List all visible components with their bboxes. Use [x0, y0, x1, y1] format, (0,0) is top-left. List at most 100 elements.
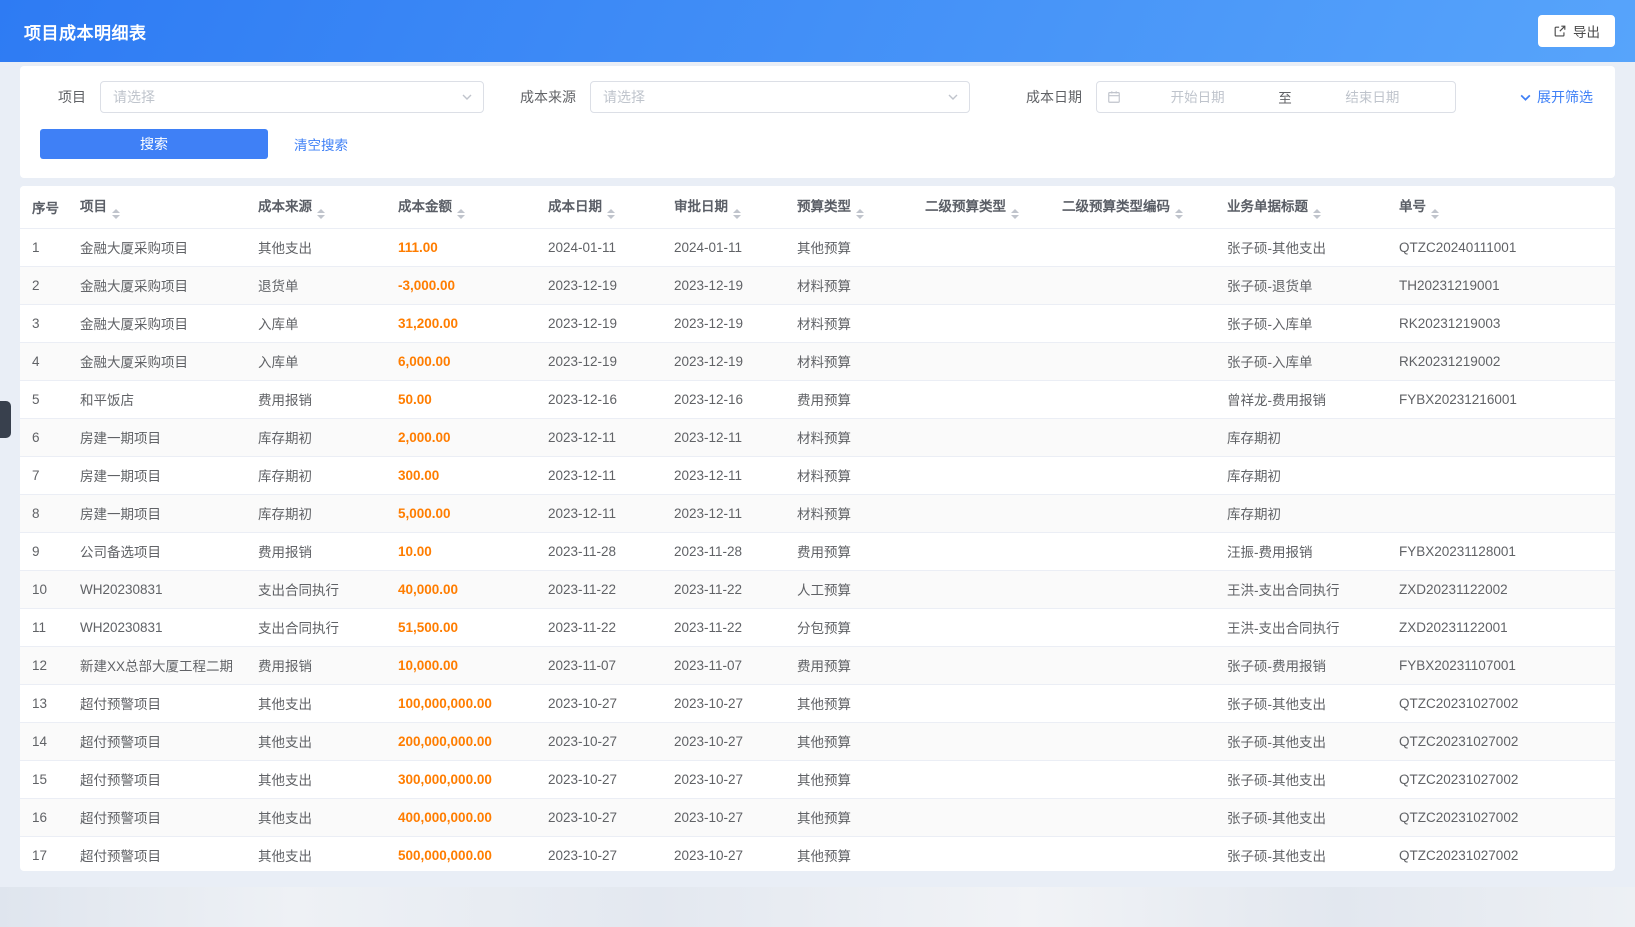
table-cell: 2023-12-16 — [662, 380, 785, 418]
sidebar-toggle-handle[interactable] — [0, 401, 11, 438]
table-row[interactable]: 16超付预警项目其他支出400,000,000.002023-10-272023… — [20, 798, 1615, 836]
table-cell: 库存期初 — [1215, 456, 1387, 494]
table-cell: FYBX20231216001 — [1387, 380, 1615, 418]
table-cell: WH20230831 — [68, 570, 246, 608]
column-label: 序号 — [32, 201, 59, 216]
table-cell: 2023-11-22 — [662, 608, 785, 646]
table-row[interactable]: 1金融大厦采购项目其他支出111.002024-01-112024-01-11其… — [20, 228, 1615, 266]
column-header-3[interactable]: 成本金额 — [386, 186, 536, 228]
sort-carets-icon[interactable] — [733, 209, 741, 219]
table-cell: 2023-10-27 — [536, 798, 662, 836]
table-cell: 400,000,000.00 — [386, 798, 536, 836]
table-cell: 分包预算 — [785, 608, 913, 646]
column-header-4[interactable]: 成本日期 — [536, 186, 662, 228]
column-label: 二级预算类型 — [925, 199, 1006, 214]
sort-carets-icon[interactable] — [1431, 209, 1439, 219]
table-cell: 2023-12-11 — [662, 418, 785, 456]
column-label: 单号 — [1399, 199, 1426, 214]
table-cell: 12 — [20, 646, 68, 684]
column-header-10[interactable]: 单号 — [1387, 186, 1615, 228]
table-cell — [1050, 760, 1215, 798]
table-cell: 入库单 — [246, 304, 386, 342]
table-cell: 10,000.00 — [386, 646, 536, 684]
table-cell: 房建一期项目 — [68, 418, 246, 456]
table-cell: 40,000.00 — [386, 570, 536, 608]
table-cell: RK20231219003 — [1387, 304, 1615, 342]
source-select[interactable]: 请选择 — [590, 81, 970, 113]
table-row[interactable]: 14超付预警项目其他支出200,000,000.002023-10-272023… — [20, 722, 1615, 760]
column-header-5[interactable]: 审批日期 — [662, 186, 785, 228]
sort-carets-icon[interactable] — [1175, 209, 1183, 219]
table-cell — [913, 456, 1050, 494]
table-cell: 金融大厦采购项目 — [68, 304, 246, 342]
table-row[interactable]: 12新建XX总部大厦工程二期费用报销10,000.002023-11-07202… — [20, 646, 1615, 684]
column-header-1[interactable]: 项目 — [68, 186, 246, 228]
table-row[interactable]: 6房建一期项目库存期初2,000.002023-12-112023-12-11材… — [20, 418, 1615, 456]
table-row[interactable]: 15超付预警项目其他支出300,000,000.002023-10-272023… — [20, 760, 1615, 798]
column-label: 二级预算类型编码 — [1062, 199, 1170, 214]
table-cell: 费用预算 — [785, 380, 913, 418]
table-cell: 2 — [20, 266, 68, 304]
table-cell: 300,000,000.00 — [386, 760, 536, 798]
table-cell — [913, 798, 1050, 836]
table-cell: 费用预算 — [785, 532, 913, 570]
table-cell: 2023-12-11 — [536, 456, 662, 494]
end-date-input[interactable] — [1300, 89, 1445, 106]
table-cell: 2023-10-27 — [536, 760, 662, 798]
table-row[interactable]: 2金融大厦采购项目退货单-3,000.002023-12-192023-12-1… — [20, 266, 1615, 304]
search-button[interactable]: 搜索 — [40, 129, 268, 159]
column-label: 成本来源 — [258, 199, 312, 214]
table-cell: 张子硕-费用报销 — [1215, 646, 1387, 684]
sort-carets-icon[interactable] — [856, 209, 864, 219]
table-cell: 超付预警项目 — [68, 684, 246, 722]
sort-carets-icon[interactable] — [317, 209, 325, 219]
table-cell: 2023-12-11 — [662, 456, 785, 494]
table-cell: 2023-10-27 — [536, 684, 662, 722]
column-header-2[interactable]: 成本来源 — [246, 186, 386, 228]
table-cell: 2023-10-27 — [662, 760, 785, 798]
table-cell — [913, 760, 1050, 798]
export-button[interactable]: 导出 — [1538, 15, 1615, 47]
table-row[interactable]: 10WH20230831支出合同执行40,000.002023-11-22202… — [20, 570, 1615, 608]
expand-filter-link[interactable]: 展开筛选 — [1519, 87, 1595, 107]
column-header-6[interactable]: 预算类型 — [785, 186, 913, 228]
sort-carets-icon[interactable] — [607, 209, 615, 219]
table-cell: 费用报销 — [246, 380, 386, 418]
sort-carets-icon[interactable] — [112, 209, 120, 219]
sort-carets-icon[interactable] — [1011, 209, 1019, 219]
table-row[interactable]: 7房建一期项目库存期初300.002023-12-112023-12-11材料预… — [20, 456, 1615, 494]
table-cell: 9 — [20, 532, 68, 570]
table-cell — [1050, 608, 1215, 646]
table-row[interactable]: 9公司备选项目费用报销10.002023-11-282023-11-28费用预算… — [20, 532, 1615, 570]
table-cell — [1050, 342, 1215, 380]
table-row[interactable]: 8房建一期项目库存期初5,000.002023-12-112023-12-11材… — [20, 494, 1615, 532]
export-icon — [1553, 24, 1567, 38]
table-cell: 材料预算 — [785, 266, 913, 304]
table-row[interactable]: 17超付预警项目其他支出500,000,000.002023-10-272023… — [20, 836, 1615, 871]
table-row[interactable]: 3金融大厦采购项目入库单31,200.002023-12-192023-12-1… — [20, 304, 1615, 342]
filter-source: 成本来源 请选择 — [484, 81, 970, 113]
table-cell: 10.00 — [386, 532, 536, 570]
table-cell: 其他支出 — [246, 836, 386, 871]
sort-carets-icon[interactable] — [1313, 209, 1321, 219]
cost-detail-table: 序号项目成本来源 成本金额成本日期审批日期预算类型二级预算类型 二级预算类型编码 业务… — [20, 186, 1615, 871]
sort-carets-icon[interactable] — [457, 209, 465, 219]
table-cell: 费用预算 — [785, 646, 913, 684]
table-cell: 材料预算 — [785, 456, 913, 494]
table-row[interactable]: 11WH20230831支出合同执行51,500.002023-11-22202… — [20, 608, 1615, 646]
table-cell: 库存期初 — [246, 418, 386, 456]
clear-search-link[interactable]: 清空搜索 — [294, 134, 348, 154]
table-row[interactable]: 5和平饭店费用报销50.002023-12-162023-12-16费用预算曾祥… — [20, 380, 1615, 418]
table-row[interactable]: 4金融大厦采购项目入库单6,000.002023-12-192023-12-19… — [20, 342, 1615, 380]
date-range-picker[interactable]: 至 — [1096, 81, 1456, 113]
table-cell: 2023-12-19 — [662, 304, 785, 342]
column-header-7[interactable]: 二级预算类型 — [913, 186, 1050, 228]
project-select[interactable]: 请选择 — [100, 81, 484, 113]
table-cell: 14 — [20, 722, 68, 760]
column-header-8[interactable]: 二级预算类型编码 — [1050, 186, 1215, 228]
start-date-input[interactable] — [1125, 89, 1270, 106]
table-row[interactable]: 13超付预警项目其他支出100,000,000.002023-10-272023… — [20, 684, 1615, 722]
column-header-9[interactable]: 业务单据标题 — [1215, 186, 1387, 228]
table-cell — [1050, 570, 1215, 608]
table-cell: 库存期初 — [246, 494, 386, 532]
